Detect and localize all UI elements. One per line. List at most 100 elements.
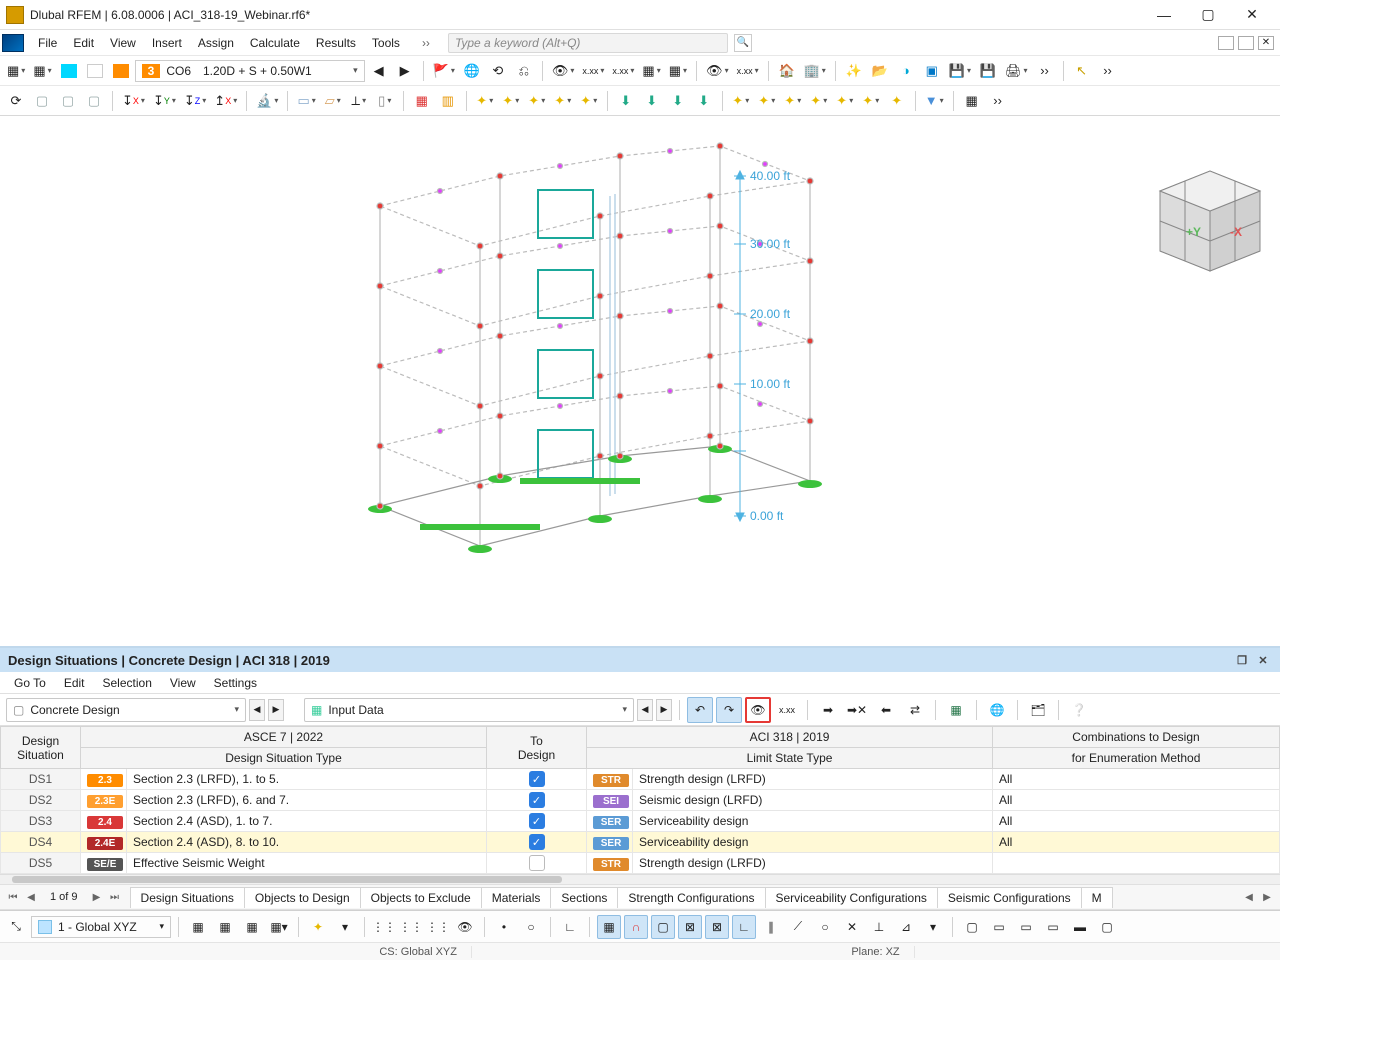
pt-undo-icon[interactable]: ↶ bbox=[687, 697, 713, 723]
tb-axis-nx-icon[interactable]: ↥X bbox=[211, 89, 240, 113]
tb-panel-right-icon[interactable]: ▦ bbox=[30, 59, 54, 83]
tb-xxx3-icon[interactable]: x.xx bbox=[734, 59, 762, 83]
tb-cloud-icon[interactable]: ◑ bbox=[894, 59, 918, 83]
sb-snap-near-icon[interactable]: ⊿ bbox=[894, 915, 918, 939]
tab-strength-configurations[interactable]: Strength Configurations bbox=[617, 887, 765, 908]
tb-spark4-icon[interactable]: ✦ bbox=[551, 89, 575, 113]
tb-spark3-icon[interactable]: ✦ bbox=[525, 89, 549, 113]
sb-boxA-icon[interactable]: ▢ bbox=[960, 915, 984, 939]
tb-swatch-white[interactable] bbox=[83, 59, 107, 83]
tb-eye2-icon[interactable]: 👁 bbox=[703, 59, 732, 83]
col-combos-bot[interactable]: for Enumeration Method bbox=[993, 748, 1280, 769]
row-combo[interactable]: All bbox=[993, 769, 1280, 790]
row-todesign[interactable]: ✓ bbox=[487, 790, 587, 811]
pt-redo-icon[interactable]: ↷ bbox=[716, 697, 742, 723]
tb-local-icon[interactable]: ⟲ bbox=[486, 59, 510, 83]
tb-section-icon[interactable]: ▭ bbox=[294, 89, 318, 113]
tb-block-icon[interactable]: ▣ bbox=[920, 59, 944, 83]
row-combo[interactable] bbox=[993, 853, 1280, 874]
tb-box2-icon[interactable]: ▢ bbox=[56, 89, 80, 113]
close-panel-icon[interactable]: ✕ bbox=[1258, 36, 1274, 50]
menu-results[interactable]: Results bbox=[308, 33, 364, 53]
pt-help-icon[interactable]: ❔ bbox=[1066, 697, 1092, 723]
workplane-combo[interactable]: 1 - Global XYZ ▾ bbox=[31, 916, 171, 938]
panel-right-prev-icon[interactable]: ◀ bbox=[637, 699, 653, 721]
tb-panel-left-icon[interactable]: ▦ bbox=[4, 59, 28, 83]
table-row[interactable]: DS5SE/EEffective Seismic Weight✓STRStren… bbox=[1, 853, 1280, 874]
panel-menu-edit[interactable]: Edit bbox=[56, 674, 93, 692]
menu-view[interactable]: View bbox=[102, 33, 144, 53]
sb-dots3-icon[interactable]: ⋮⋮ bbox=[426, 915, 450, 939]
tb-res5-icon[interactable]: ✦ bbox=[833, 89, 857, 113]
sb-ptA-icon[interactable]: • bbox=[492, 915, 516, 939]
menu-assign[interactable]: Assign bbox=[190, 33, 242, 53]
sb-snap-corner-icon[interactable]: ∟ bbox=[732, 915, 756, 939]
tab-objects-to-exclude[interactable]: Objects to Exclude bbox=[360, 887, 482, 908]
tb-res2-icon[interactable]: ✦ bbox=[755, 89, 779, 113]
tb-refresh-icon[interactable]: ⟳ bbox=[4, 89, 28, 113]
sb-snap-rect-icon[interactable]: ▢ bbox=[651, 915, 675, 939]
sb-snap-x-icon[interactable]: ⊠ bbox=[678, 915, 702, 939]
col-aci-bot[interactable]: Limit State Type bbox=[587, 748, 993, 769]
pt-xxx-icon[interactable]: x.xx bbox=[774, 697, 800, 723]
sb-eye-icon[interactable]: 👁 bbox=[453, 915, 477, 939]
search-icon[interactable]: 🔍 bbox=[734, 34, 752, 52]
panel-menu-view[interactable]: View bbox=[162, 674, 204, 692]
tb-prev-icon[interactable]: ◀ bbox=[367, 59, 391, 83]
tb-xxx-labels-icon[interactable]: x.xx bbox=[579, 59, 607, 83]
tb-load1-icon[interactable]: ⬇ bbox=[614, 89, 638, 113]
row-desc[interactable]: Section 2.4 (ASD), 1. to 7. bbox=[127, 811, 487, 832]
tab-sections[interactable]: Sections bbox=[550, 887, 618, 908]
col-asce-bot[interactable]: Design Situation Type bbox=[81, 748, 487, 769]
tb-gridpanel-icon[interactable]: ▦ bbox=[960, 89, 984, 113]
tb-xxx-toggle-icon[interactable]: x.xx bbox=[609, 59, 637, 83]
table-row[interactable]: DS22.3ESection 2.3 (LRFD), 6. and 7.✓SEI… bbox=[1, 790, 1280, 811]
tb-filter-icon[interactable]: 🚩 bbox=[430, 59, 458, 83]
search-input[interactable]: Type a keyword (Alt+Q) bbox=[448, 33, 728, 53]
grid-scrollbar[interactable] bbox=[0, 874, 1280, 884]
pt-web-icon[interactable]: 🌐 bbox=[984, 697, 1010, 723]
tb-axis-x-icon[interactable]: ↧X bbox=[119, 89, 148, 113]
panel-left-combo[interactable]: ▢ Concrete Design ▾ bbox=[6, 698, 246, 722]
sb-grid2-icon[interactable]: ▦ bbox=[213, 915, 237, 939]
panel-right-combo[interactable]: ▦ Input Data ▾ bbox=[304, 698, 634, 722]
model-viewport[interactable]: +Y -X bbox=[0, 116, 1280, 648]
tab-m[interactable]: M bbox=[1081, 887, 1113, 908]
tab-last-icon[interactable]: ⏭ bbox=[106, 892, 124, 903]
col-asce-top[interactable]: ASCE 7 | 2022 bbox=[81, 727, 487, 748]
row-combo[interactable]: All bbox=[993, 811, 1280, 832]
pt-eye-highlight-icon[interactable]: 👁 bbox=[745, 697, 771, 723]
row-combo[interactable]: All bbox=[993, 790, 1280, 811]
row-desc[interactable]: Section 2.4 (ASD), 8. to 10. bbox=[127, 832, 487, 853]
tb-axis-z-icon[interactable]: ↧Z bbox=[181, 89, 209, 113]
tb-cube-shade-icon[interactable]: ▦ bbox=[639, 59, 663, 83]
row-combo[interactable]: All bbox=[993, 832, 1280, 853]
sb-dots2-icon[interactable]: ⋮⋮ bbox=[399, 915, 423, 939]
menu-edit[interactable]: Edit bbox=[65, 33, 102, 53]
tb-scope-icon[interactable]: 🔬 bbox=[253, 89, 281, 113]
tab-materials[interactable]: Materials bbox=[481, 887, 552, 908]
col-combos-top[interactable]: Combinations to Design bbox=[993, 727, 1280, 748]
row-todesign[interactable]: ✓ bbox=[487, 769, 587, 790]
table-row[interactable]: DS42.4ESection 2.4 (ASD), 8. to 10.✓SERS… bbox=[1, 832, 1280, 853]
tb-load3-icon[interactable]: ⬇ bbox=[666, 89, 690, 113]
tb-saveas-icon[interactable]: 💾 bbox=[976, 59, 1000, 83]
row-todesign[interactable]: ✓ bbox=[487, 811, 587, 832]
tab-prev-icon[interactable]: ◀ bbox=[22, 892, 40, 903]
sb-boxB-icon[interactable]: ▭ bbox=[987, 915, 1011, 939]
tb-axis-y-icon[interactable]: ↧Y bbox=[150, 89, 179, 113]
sb-snap-magnet-icon[interactable]: ∩ bbox=[624, 915, 648, 939]
row-ldesc[interactable]: Strength design (LRFD) bbox=[633, 769, 993, 790]
tb-building-icon[interactable]: 🏢 bbox=[801, 59, 829, 83]
tb-box3-icon[interactable]: ▢ bbox=[82, 89, 106, 113]
tb-column-icon[interactable]: ▯ bbox=[373, 89, 397, 113]
sb-snap-more-icon[interactable]: ▾ bbox=[921, 915, 945, 939]
panel-right-next-icon[interactable]: ▶ bbox=[656, 699, 672, 721]
sb-snap-x2-icon[interactable]: ⊠ bbox=[705, 915, 729, 939]
tb-eye-values-icon[interactable]: 👁 bbox=[549, 59, 578, 83]
sb-axes-icon[interactable]: ⤡ bbox=[4, 915, 28, 939]
panel-menu-selection[interactable]: Selection bbox=[95, 674, 160, 692]
row-ldesc[interactable]: Strength design (LRFD) bbox=[633, 853, 993, 874]
tb-open-icon[interactable]: 📂 bbox=[868, 59, 892, 83]
sb-boxE-icon[interactable]: ▬ bbox=[1068, 915, 1092, 939]
